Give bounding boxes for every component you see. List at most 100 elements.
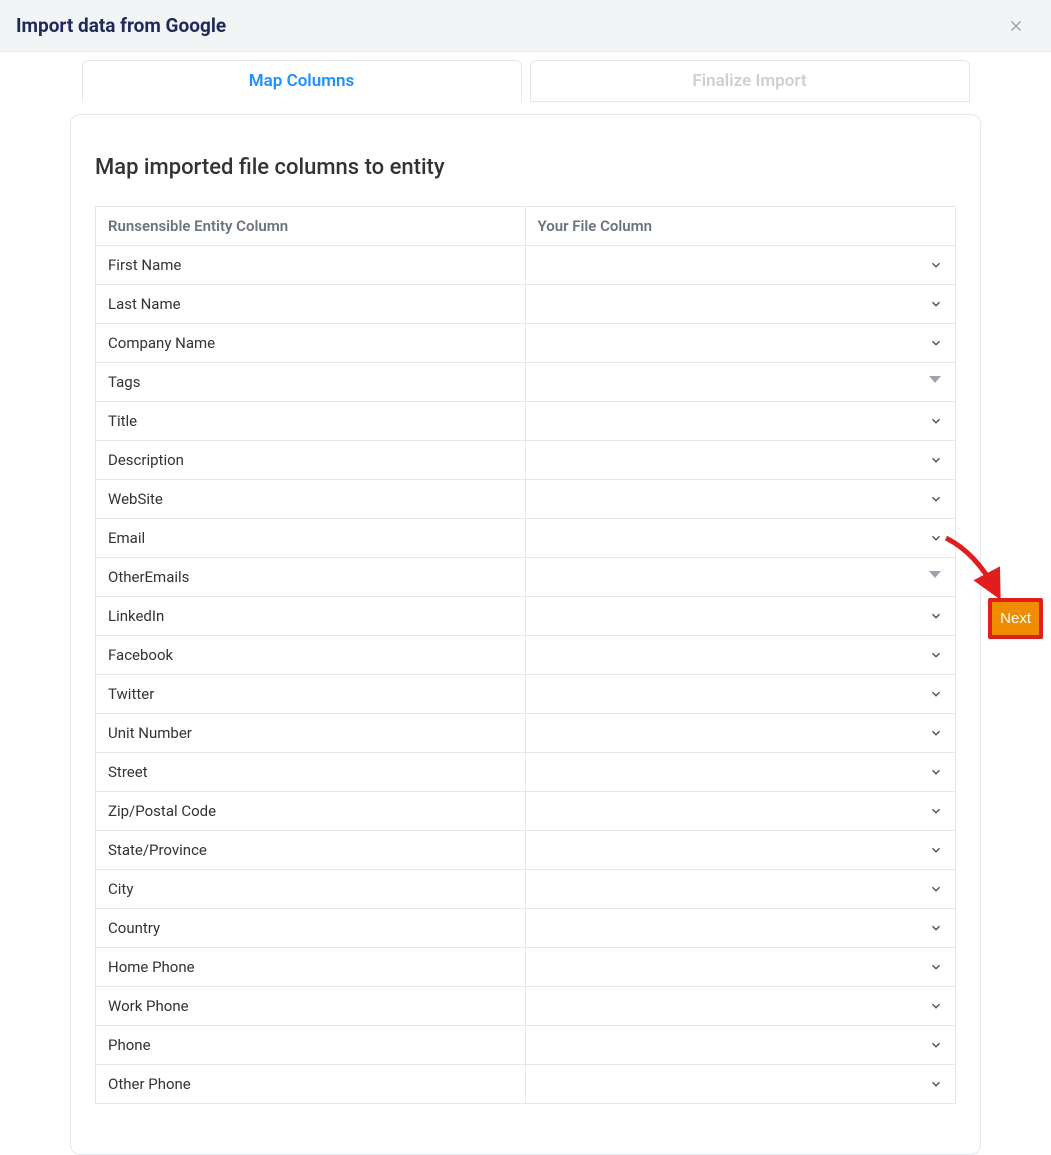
- mapping-table: Runsensible Entity Column Your File Colu…: [95, 206, 956, 1104]
- entity-column-label: Tags: [96, 363, 526, 401]
- table-row: Unit Number: [96, 713, 955, 752]
- header-entity-column: Runsensible Entity Column: [96, 207, 526, 245]
- entity-column-label: Last Name: [96, 285, 526, 323]
- file-column-select[interactable]: [526, 948, 956, 986]
- tabs: Map Columns Finalize Import: [0, 52, 1051, 102]
- chevron-down-icon: [929, 648, 943, 662]
- chevron-down-icon: [929, 336, 943, 350]
- entity-column-label: Email: [96, 519, 526, 557]
- table-row: Description: [96, 440, 955, 479]
- chevron-down-icon: [929, 1077, 943, 1091]
- next-button[interactable]: Next: [988, 598, 1043, 639]
- file-column-select[interactable]: [526, 285, 956, 323]
- chevron-down-icon: [929, 882, 943, 896]
- entity-column-label: Country: [96, 909, 526, 947]
- file-column-select[interactable]: [526, 558, 956, 596]
- mapping-panel: Map imported file columns to entity Runs…: [70, 114, 981, 1155]
- file-column-select[interactable]: [526, 519, 956, 557]
- chevron-down-icon: [929, 726, 943, 740]
- table-row: Last Name: [96, 284, 955, 323]
- table-row: Country: [96, 908, 955, 947]
- chevron-down-icon: [929, 258, 943, 272]
- entity-column-label: City: [96, 870, 526, 908]
- table-row: City: [96, 869, 955, 908]
- entity-column-label: Phone: [96, 1026, 526, 1064]
- table-row: OtherEmails: [96, 557, 955, 596]
- entity-column-label: First Name: [96, 246, 526, 284]
- chevron-down-icon: [929, 492, 943, 506]
- table-row: Tags: [96, 362, 955, 401]
- entity-column-label: Description: [96, 441, 526, 479]
- file-column-select[interactable]: [526, 1026, 956, 1064]
- entity-column-label: Zip/Postal Code: [96, 792, 526, 830]
- tab-map-columns[interactable]: Map Columns: [82, 60, 522, 102]
- table-row: Home Phone: [96, 947, 955, 986]
- entity-column-label: State/Province: [96, 831, 526, 869]
- chevron-down-icon: [929, 843, 943, 857]
- table-row: Zip/Postal Code: [96, 791, 955, 830]
- file-column-select[interactable]: [526, 441, 956, 479]
- file-column-select[interactable]: [526, 597, 956, 635]
- file-column-select[interactable]: [526, 480, 956, 518]
- close-icon[interactable]: [1007, 17, 1025, 35]
- entity-column-label: Company Name: [96, 324, 526, 362]
- entity-column-label: Other Phone: [96, 1065, 526, 1103]
- entity-column-label: Facebook: [96, 636, 526, 674]
- file-column-select[interactable]: [526, 987, 956, 1025]
- chevron-down-icon: [929, 414, 943, 428]
- file-column-select[interactable]: [526, 246, 956, 284]
- entity-column-label: Home Phone: [96, 948, 526, 986]
- entity-column-label: Unit Number: [96, 714, 526, 752]
- entity-column-label: Twitter: [96, 675, 526, 713]
- file-column-select[interactable]: [526, 402, 956, 440]
- chevron-down-icon: [929, 999, 943, 1013]
- file-column-select[interactable]: [526, 792, 956, 830]
- file-column-select[interactable]: [526, 714, 956, 752]
- triangle-down-icon: [929, 376, 941, 383]
- table-header-row: Runsensible Entity Column Your File Colu…: [96, 207, 955, 245]
- table-row: Phone: [96, 1025, 955, 1064]
- table-row: Work Phone: [96, 986, 955, 1025]
- tab-finalize-import[interactable]: Finalize Import: [530, 60, 970, 102]
- chevron-down-icon: [929, 609, 943, 623]
- table-row: LinkedIn: [96, 596, 955, 635]
- panel-title: Map imported file columns to entity: [95, 155, 956, 180]
- chevron-down-icon: [929, 687, 943, 701]
- file-column-select[interactable]: [526, 363, 956, 401]
- file-column-select[interactable]: [526, 753, 956, 791]
- entity-column-label: WebSite: [96, 480, 526, 518]
- table-row: Twitter: [96, 674, 955, 713]
- table-row: Title: [96, 401, 955, 440]
- table-row: State/Province: [96, 830, 955, 869]
- table-row: First Name: [96, 245, 955, 284]
- table-row: Email: [96, 518, 955, 557]
- entity-column-label: Title: [96, 402, 526, 440]
- table-row: Company Name: [96, 323, 955, 362]
- file-column-select[interactable]: [526, 324, 956, 362]
- dialog-title: Import data from Google: [16, 14, 226, 37]
- file-column-select[interactable]: [526, 870, 956, 908]
- file-column-select[interactable]: [526, 1065, 956, 1103]
- file-column-select[interactable]: [526, 831, 956, 869]
- entity-column-label: LinkedIn: [96, 597, 526, 635]
- table-row: Facebook: [96, 635, 955, 674]
- table-row: WebSite: [96, 479, 955, 518]
- chevron-down-icon: [929, 453, 943, 467]
- dialog-header: Import data from Google: [0, 0, 1051, 52]
- file-column-select[interactable]: [526, 909, 956, 947]
- chevron-down-icon: [929, 1038, 943, 1052]
- chevron-down-icon: [929, 804, 943, 818]
- chevron-down-icon: [929, 531, 943, 545]
- entity-column-label: Street: [96, 753, 526, 791]
- table-row: Other Phone: [96, 1064, 955, 1103]
- chevron-down-icon: [929, 921, 943, 935]
- table-row: Street: [96, 752, 955, 791]
- header-file-column: Your File Column: [526, 207, 956, 245]
- triangle-down-icon: [929, 571, 941, 578]
- chevron-down-icon: [929, 297, 943, 311]
- entity-column-label: Work Phone: [96, 987, 526, 1025]
- chevron-down-icon: [929, 960, 943, 974]
- file-column-select[interactable]: [526, 636, 956, 674]
- file-column-select[interactable]: [526, 675, 956, 713]
- chevron-down-icon: [929, 765, 943, 779]
